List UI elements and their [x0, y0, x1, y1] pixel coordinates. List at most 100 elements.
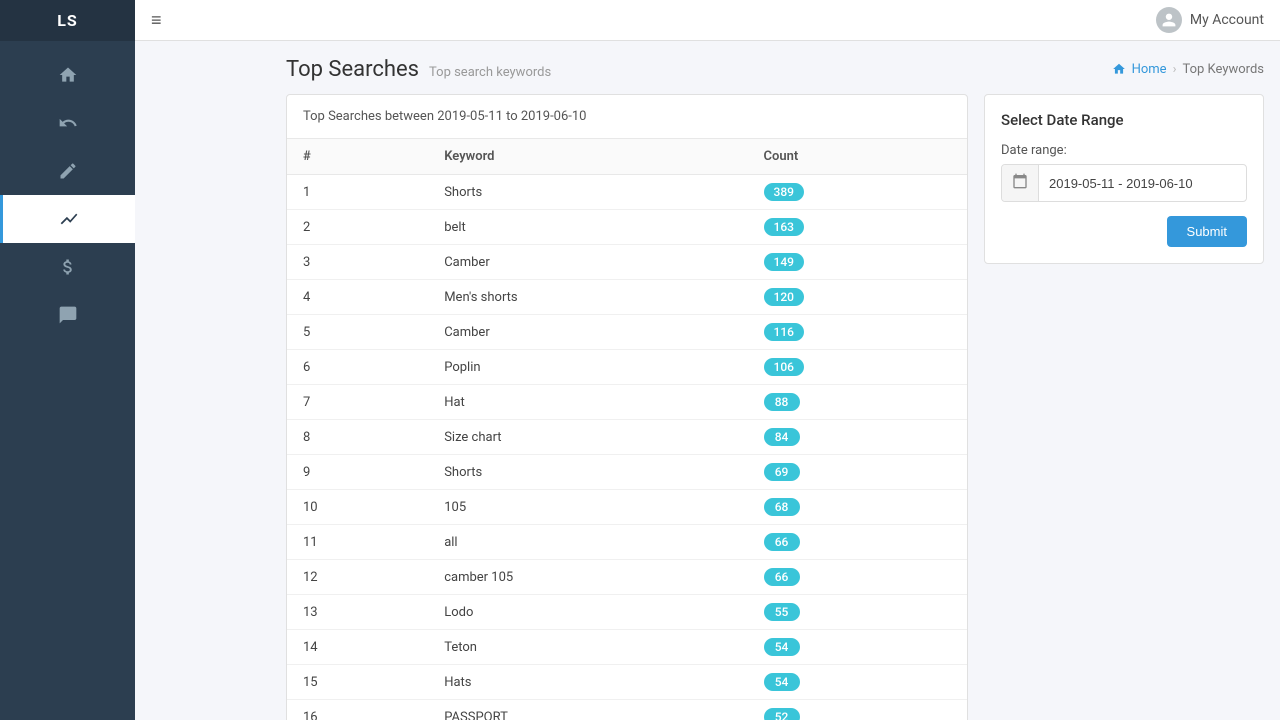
cell-num: 5 [287, 315, 428, 350]
cell-num: 13 [287, 595, 428, 630]
table-row: 7 Hat 88 [287, 385, 967, 420]
table-row: 15 Hats 54 [287, 665, 967, 700]
table-row: 1 Shorts 389 [287, 175, 967, 210]
cell-keyword: Hats [428, 665, 747, 700]
cell-count: 116 [748, 315, 967, 350]
count-badge: 106 [764, 358, 804, 376]
cell-num: 11 [287, 525, 428, 560]
date-range-input[interactable] [1039, 168, 1246, 199]
table-row: 14 Teton 54 [287, 630, 967, 665]
cell-num: 3 [287, 245, 428, 280]
sidebar-item-chat[interactable] [0, 291, 135, 339]
count-badge: 120 [764, 288, 804, 306]
table-row: 6 Poplin 106 [287, 350, 967, 385]
sidebar-item-chart[interactable] [0, 195, 135, 243]
count-badge: 54 [764, 673, 800, 691]
table-row: 11 all 66 [287, 525, 967, 560]
cell-count: 163 [748, 210, 967, 245]
cell-keyword: Shorts [428, 455, 747, 490]
cell-keyword: 105 [428, 490, 747, 525]
count-badge: 52 [764, 708, 800, 720]
count-badge: 55 [764, 603, 800, 621]
cell-keyword: Poplin [428, 350, 747, 385]
cell-keyword: PASSPORT [428, 700, 747, 720]
sidebar-item-undo[interactable] [0, 99, 135, 147]
table-panel: Top Searches between 2019-05-11 to 2019-… [286, 94, 968, 720]
cell-count: 68 [748, 490, 967, 525]
account-menu[interactable]: My Account [1156, 7, 1264, 33]
topbar: ≡ My Account [135, 0, 1280, 41]
cell-count: 120 [748, 280, 967, 315]
count-badge: 116 [764, 323, 804, 341]
cell-count: 54 [748, 630, 967, 665]
cell-num: 7 [287, 385, 428, 420]
count-badge: 88 [764, 393, 800, 411]
cell-num: 4 [287, 280, 428, 315]
breadcrumb-sep: › [1173, 62, 1177, 77]
cell-keyword: Shorts [428, 175, 747, 210]
count-badge: 389 [764, 183, 804, 201]
sidebar-item-home[interactable] [0, 51, 135, 99]
table-header-row: # Keyword Count [287, 139, 967, 175]
col-keyword: Keyword [428, 139, 747, 175]
cell-count: 66 [748, 560, 967, 595]
cell-count: 66 [748, 525, 967, 560]
table-row: 13 Lodo 55 [287, 595, 967, 630]
table-row: 16 PASSPORT 52 [287, 700, 967, 720]
date-panel: Select Date Range Date range: Submit [984, 94, 1264, 264]
cell-num: 2 [287, 210, 428, 245]
count-badge: 69 [764, 463, 800, 481]
table-row: 3 Camber 149 [287, 245, 967, 280]
content-layout: Top Searches between 2019-05-11 to 2019-… [286, 94, 1264, 720]
cell-num: 1 [287, 175, 428, 210]
breadcrumb-current: Top Keywords [1182, 62, 1264, 77]
table-row: 12 camber 105 66 [287, 560, 967, 595]
sidebar-item-dollar[interactable] [0, 243, 135, 291]
col-count: Count [748, 139, 967, 175]
table-row: 2 belt 163 [287, 210, 967, 245]
cell-keyword: Camber [428, 315, 747, 350]
cell-num: 12 [287, 560, 428, 595]
cell-keyword: camber 105 [428, 560, 747, 595]
cell-count: 88 [748, 385, 967, 420]
cell-count: 389 [748, 175, 967, 210]
table-row: 9 Shorts 69 [287, 455, 967, 490]
calendar-icon [1002, 165, 1039, 201]
hamburger-icon[interactable]: ≡ [151, 10, 162, 31]
count-badge: 66 [764, 533, 800, 551]
cell-keyword: Lodo [428, 595, 747, 630]
count-badge: 163 [764, 218, 804, 236]
account-label: My Account [1190, 12, 1264, 28]
search-table: # Keyword Count 1 Shorts 389 2 belt 163 … [287, 139, 967, 720]
breadcrumb-home[interactable]: Home [1132, 62, 1167, 77]
table-row: 8 Size chart 84 [287, 420, 967, 455]
count-badge: 66 [764, 568, 800, 586]
cell-count: 149 [748, 245, 967, 280]
cell-num: 10 [287, 490, 428, 525]
cell-count: 69 [748, 455, 967, 490]
cell-count: 52 [748, 700, 967, 720]
cell-count: 55 [748, 595, 967, 630]
cell-keyword: Hat [428, 385, 747, 420]
count-badge: 149 [764, 253, 804, 271]
cell-num: 9 [287, 455, 428, 490]
page-header: Top Searches Top search keywords Home › … [286, 57, 1264, 82]
table-row: 5 Camber 116 [287, 315, 967, 350]
cell-num: 6 [287, 350, 428, 385]
sidebar-logo: LS [0, 0, 135, 41]
cell-keyword: Camber [428, 245, 747, 280]
table-row: 10 105 68 [287, 490, 967, 525]
table-panel-header: Top Searches between 2019-05-11 to 2019-… [287, 95, 967, 139]
cell-num: 15 [287, 665, 428, 700]
submit-button[interactable]: Submit [1167, 216, 1247, 247]
page-subtitle: Top search keywords [429, 65, 551, 80]
home-breadcrumb-icon [1112, 62, 1126, 76]
cell-keyword: Teton [428, 630, 747, 665]
main-content: Top Searches Top search keywords Home › … [270, 41, 1280, 720]
cell-keyword: Men's shorts [428, 280, 747, 315]
date-range-label: Date range: [1001, 143, 1247, 158]
sidebar: LS [0, 0, 135, 720]
sidebar-item-edit[interactable] [0, 147, 135, 195]
date-panel-title: Select Date Range [1001, 111, 1247, 129]
count-badge: 84 [764, 428, 800, 446]
